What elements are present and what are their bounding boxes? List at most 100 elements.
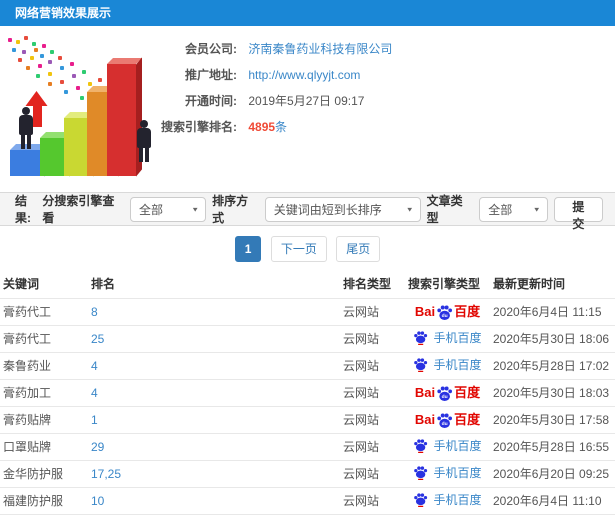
keyword-header: 关键词 xyxy=(3,277,40,292)
rank-count: 4895 xyxy=(248,120,276,134)
baidu-cn-text: 百度 xyxy=(454,385,481,400)
promo-url-link[interactable]: http://www.qlyyjt.com xyxy=(248,68,360,82)
bar-blue xyxy=(10,143,50,177)
baidu-paw-icon: du xyxy=(437,386,453,401)
baidu-logo: Bai du 百度 xyxy=(415,412,480,428)
engine-filter-value: 全部 xyxy=(138,202,163,217)
keyword-cell: 膏药加工 xyxy=(0,378,88,406)
page-1-button[interactable]: 1 xyxy=(234,236,262,262)
keyword-cell xyxy=(0,513,88,520)
updated-cell: 2020年5月28日 16:55 xyxy=(490,432,615,460)
engine-filter-select[interactable]: 全部 ▼ xyxy=(129,196,207,222)
updated-header: 最新更新时间 xyxy=(493,277,566,292)
baidu-paw-icon: du xyxy=(437,305,453,320)
baidu-cn-text: 百度 xyxy=(454,304,481,319)
company-info-fields: 会员公司: 济南秦鲁药业科技有限公司 推广地址: http://www.qlyy… xyxy=(0,36,615,140)
member-company-label: 会员公司: xyxy=(185,42,237,56)
submit-button[interactable]: 提交 xyxy=(553,196,603,231)
updated-cell: 2020年5月30日 18:06 xyxy=(490,324,615,352)
rank-link[interactable]: 17,25 xyxy=(91,467,121,481)
table-row: 膏药代工 25 云网站 手机百度 2020年5月30日 18:06 xyxy=(0,324,615,352)
sort-value: 关键词由短到长排序 xyxy=(273,202,382,217)
table-row: 金华防护服 17,25 云网站 手机百度 2020年6月20日 09:25 xyxy=(0,459,615,487)
baidu-bai-text: Bai xyxy=(414,304,436,319)
rank-type-header: 排名类型 xyxy=(343,277,392,292)
keyword-ranking-table: 关键词 排名 排名类型 搜索引擎类型 最新更新时间 膏药代工 8 云网站 Bai… xyxy=(0,270,615,520)
keyword-cell: 口罩贴牌 xyxy=(0,432,88,460)
rank-link[interactable]: 4 xyxy=(91,386,98,400)
chevron-down-icon: ▼ xyxy=(191,205,200,213)
sort-label: 排序方式 xyxy=(212,194,249,225)
mobile-baidu-text: 手机百度 xyxy=(433,493,482,507)
table-header-row: 关键词 排名 排名类型 搜索引擎类型 最新更新时间 xyxy=(0,270,615,298)
rank-link[interactable]: 8 xyxy=(91,305,98,319)
mobile-baidu-logo: 手机百度 xyxy=(413,329,482,346)
table-row: 膏药加工 4 云网站 Bai du 百度 2020年5月30日 18:03 xyxy=(0,378,615,406)
open-time-row: 开通时间: 2019年5月27日 09:17 xyxy=(0,88,615,114)
filter-bar: 结果: 分搜索引擎查看 全部 ▼ 排序方式 关键词由短到长排序 ▼ 文章类型 全… xyxy=(0,192,615,231)
mobile-baidu-paw-icon xyxy=(414,466,428,480)
mobile-baidu-paw-icon xyxy=(414,439,428,453)
keyword-cell: 膏药代工 xyxy=(0,297,88,325)
member-company-link[interactable]: 济南秦鲁药业科技有限公司 xyxy=(248,42,392,56)
table-row: 口罩贴牌 29 云网站 手机百度 2020年5月28日 16:55 xyxy=(0,432,615,460)
svg-text:du: du xyxy=(442,421,448,427)
pagination: 1 下一页 尾页 xyxy=(0,226,615,270)
keyword-cell: 金华防护服 xyxy=(0,459,88,487)
rank-type-cell: 云网站 xyxy=(340,297,405,325)
baidu-bai-text: Bai xyxy=(414,385,436,400)
updated-cell: 2020年6月4日 11:10 xyxy=(490,486,615,514)
info-section: 会员公司: 济南秦鲁药业科技有限公司 推广地址: http://www.qlyy… xyxy=(0,26,615,192)
article-type-select[interactable]: 全部 ▼ xyxy=(479,196,548,222)
keyword-cell: 福建防护服 xyxy=(0,486,88,514)
page-title: 网络营销效果展示 xyxy=(15,6,112,20)
filter-controls: 分搜索引擎查看 全部 ▼ 排序方式 关键词由短到长排序 ▼ 文章类型 全部 ▼ … xyxy=(42,192,603,231)
engine-type-header: 搜索引擎类型 xyxy=(408,277,481,292)
mobile-baidu-text: 手机百度 xyxy=(433,358,482,372)
rank-type-cell: 云网站 xyxy=(340,459,405,487)
rank-type-cell xyxy=(340,513,405,520)
updated-cell: 2020年6月20日 09:25 xyxy=(490,459,615,487)
mobile-baidu-logo: 手机百度 xyxy=(413,464,482,481)
page: 网络营销效果展示 会员公司: 济南秦鲁药业科技有限公司 推广地址: http:/… xyxy=(0,0,615,520)
promo-url-row: 推广地址: http://www.qlyyjt.com xyxy=(0,62,615,88)
updated-cell: 2020年5月30日 17:58 xyxy=(490,405,615,433)
table-row: 福建防护服 10 云网站 手机百度 2020年6月4日 11:10 xyxy=(0,486,615,514)
promo-url-label: 推广地址: xyxy=(185,68,237,82)
mobile-baidu-paw-icon xyxy=(414,358,428,372)
table-row: 膏药贴牌 1 云网站 Bai du 百度 2020年5月30日 17:58 xyxy=(0,405,615,433)
table-row-partial xyxy=(0,513,615,520)
open-time-value: 2019年5月27日 09:17 xyxy=(248,94,365,108)
mobile-baidu-logo: 手机百度 xyxy=(413,437,482,454)
updated-cell: 2020年5月30日 18:03 xyxy=(490,378,615,406)
rank-unit: 条 xyxy=(275,120,288,134)
rank-link[interactable]: 25 xyxy=(91,332,104,346)
baidu-logo: Bai du 百度 xyxy=(414,385,481,401)
updated-cell: 2020年5月28日 17:02 xyxy=(490,351,615,379)
open-time-label: 开通时间: xyxy=(185,94,237,108)
rank-type-cell: 云网站 xyxy=(340,351,405,379)
next-page-button[interactable]: 下一页 xyxy=(270,236,327,262)
rank-link[interactable]: 4 xyxy=(91,359,98,373)
baidu-logo: Bai du 百度 xyxy=(414,304,481,320)
engine-rank-value: 4895条 xyxy=(248,120,287,134)
result-label: 结果: xyxy=(15,194,31,225)
rank-link[interactable]: 29 xyxy=(91,440,104,454)
rank-link[interactable]: 10 xyxy=(91,494,104,508)
rank-type-cell: 云网站 xyxy=(340,486,405,514)
page-title-bar: 网络营销效果展示 xyxy=(0,0,615,26)
article-type-value: 全部 xyxy=(488,202,513,217)
rank-type-cell: 云网站 xyxy=(340,378,405,406)
mobile-baidu-paw-icon xyxy=(414,493,428,507)
chevron-down-icon: ▼ xyxy=(405,205,414,213)
updated-cell xyxy=(490,513,615,520)
article-type-label: 文章类型 xyxy=(426,194,463,225)
engine-rank-label: 搜索引擎排名: xyxy=(161,120,237,134)
table-row: 膏药代工 8 云网站 Bai du 百度 2020年6月4日 11:15 xyxy=(0,297,615,325)
sort-select[interactable]: 关键词由短到长排序 ▼ xyxy=(264,196,421,222)
rank-header: 排名 xyxy=(91,277,116,292)
rank-link[interactable]: 1 xyxy=(91,413,98,427)
last-page-button[interactable]: 尾页 xyxy=(336,236,381,262)
keyword-cell: 膏药贴牌 xyxy=(0,405,88,433)
mobile-baidu-text: 手机百度 xyxy=(433,466,482,480)
